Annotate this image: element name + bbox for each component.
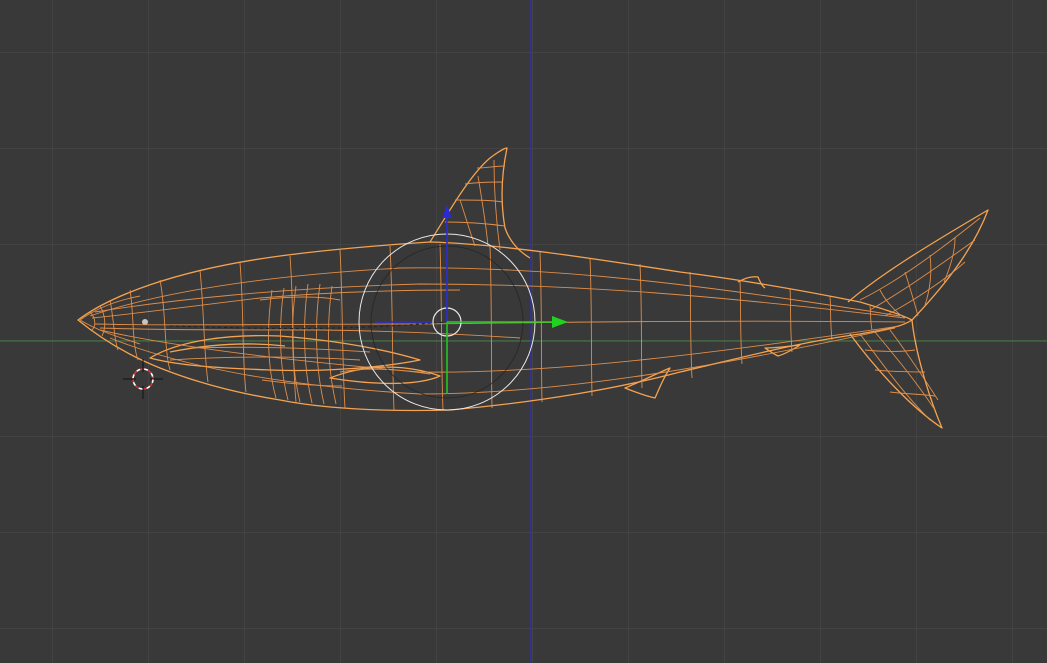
shark-wireframe-grid [79, 159, 981, 421]
shark-tail-lower-lobe[interactable] [849, 319, 943, 429]
relationship-line [169, 321, 446, 329]
viewport-canvas[interactable] [0, 0, 1047, 663]
3d-cursor-icon[interactable] [123, 359, 163, 399]
shark-body-outline[interactable] [77, 241, 913, 412]
shark-mesh[interactable] [77, 147, 989, 429]
manipulator-z-arrow[interactable] [442, 205, 452, 218]
manipulator-x-arrow[interactable] [552, 316, 568, 328]
3d-viewport[interactable] [0, 0, 1047, 663]
shark-dorsal-fin[interactable] [429, 147, 531, 259]
transform-manipulator-icon[interactable] [358, 205, 568, 411]
